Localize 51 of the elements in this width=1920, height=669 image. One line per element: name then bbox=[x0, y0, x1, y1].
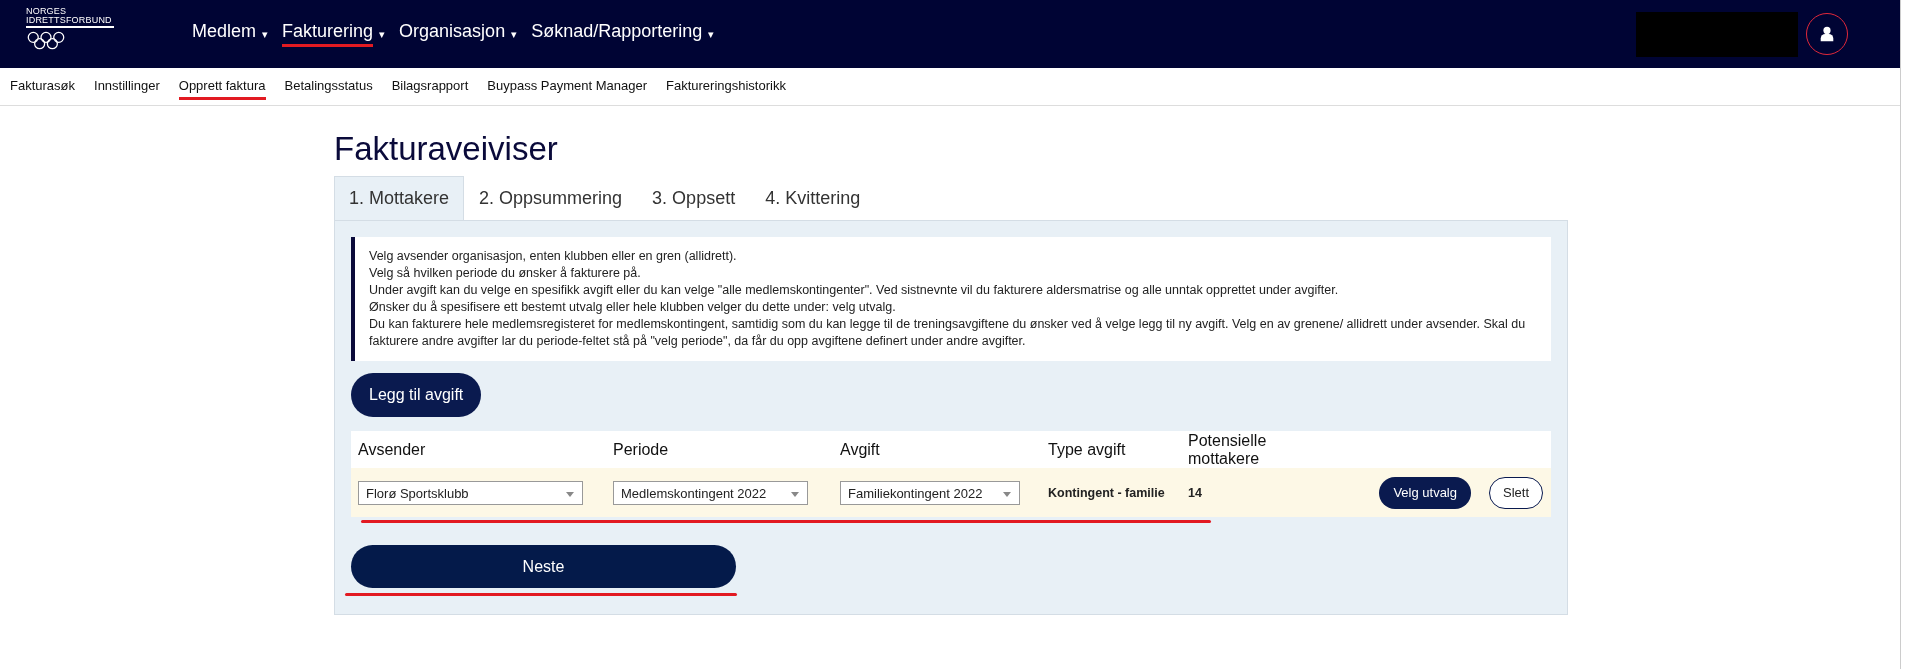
logo-text: IDRETTSFORBUND bbox=[26, 16, 114, 28]
nav-menu-item[interactable]: Søknad/Rapportering ▾ bbox=[531, 21, 715, 47]
logo[interactable]: NORGES IDRETTSFORBUND bbox=[26, 7, 166, 51]
caret-icon: ▾ bbox=[708, 27, 715, 41]
nav-menu-item[interactable]: Fakturering ▾ bbox=[282, 21, 386, 47]
info-text: Du kan fakturere hele medlemsregisteret for medlemskontingent, samtidig som du kan legge til de treningsavgiftene du ønsker ved å velge legg til ny avgift. Velg en av grenene/ allidrett under avsender. Skal du fakturere andre avgifter lar du periode-feltet stå på "velg periode", da får du opp avgiftene definert under andre avgifter. bbox=[369, 316, 1527, 350]
fee-dropdown[interactable]: Familiekontingent 2022 bbox=[840, 480, 1020, 505]
column-header: Avgift bbox=[840, 440, 881, 459]
period-dropdown[interactable]: Medlemskontingent 2022 bbox=[613, 480, 808, 505]
caret-icon: ▾ bbox=[262, 27, 269, 41]
subnav-link[interactable]: Fakturasøk bbox=[10, 73, 75, 100]
next-button[interactable]: Neste bbox=[351, 545, 736, 588]
info-text: Velg avsender organisasjon, enten klubben eller en gren (allidrett). bbox=[369, 248, 738, 265]
info-text: Under avgift kan du velge en spesifikk avgift eller du kan velge "alle medlemskontingenter". Ved sistnevnte vil du fakturere aldersmatrise og alle unntak opprettet under avgifter. bbox=[369, 282, 1340, 299]
caret-icon: ▾ bbox=[379, 27, 386, 41]
caret-icon bbox=[791, 491, 799, 497]
rings-icon bbox=[26, 31, 66, 51]
subnav-link[interactable]: Innstillinger bbox=[94, 73, 160, 100]
nav-label: Fakturering bbox=[282, 21, 374, 47]
table-cell-text: 14 bbox=[1188, 485, 1203, 500]
add-fee-button[interactable]: Legg til avgift bbox=[351, 373, 482, 417]
subnav-link[interactable]: Buypass Payment Manager bbox=[487, 73, 647, 100]
nav-menu-item[interactable]: Medlem ▾ bbox=[192, 21, 269, 47]
page-title: Fakturaveiviser bbox=[334, 130, 559, 168]
nav-label: Organisasjon bbox=[399, 21, 506, 43]
column-header: Type avgift bbox=[1048, 440, 1127, 459]
delete-button[interactable]: Slett bbox=[1489, 476, 1543, 509]
column-header: Periode bbox=[613, 440, 670, 459]
subnav-link[interactable]: Betalingsstatus bbox=[284, 73, 373, 100]
sender-dropdown[interactable]: Florø Sportsklubb bbox=[358, 480, 583, 505]
subnav-link[interactable]: Faktureringshistorikk bbox=[666, 73, 786, 100]
wizard-tab[interactable]: 4. Kvittering bbox=[750, 176, 876, 220]
info-text: Ønsker du å spesifisere ett bestemt utvalg eller hele klubben velger du dette under: velg utvalg. bbox=[369, 299, 897, 316]
nav-label: Medlem bbox=[192, 21, 257, 43]
subnav-link[interactable]: Bilagsrapport bbox=[391, 73, 469, 100]
caret-icon bbox=[1003, 491, 1011, 497]
subnav-link[interactable]: Opprett faktura bbox=[178, 73, 266, 100]
nav-menu-item[interactable]: Organisasjon ▾ bbox=[399, 21, 518, 47]
table-cell-text: Kontingent - familie bbox=[1048, 485, 1166, 500]
logo-text: NORGES bbox=[26, 7, 68, 16]
column-header: Potensielle mottakere bbox=[1188, 431, 1268, 468]
caret-icon bbox=[566, 491, 574, 497]
wizard-tab[interactable]: 2. Oppsummering bbox=[464, 176, 638, 220]
select-members-button[interactable]: Velg utvalg bbox=[1379, 476, 1471, 509]
caret-icon: ▾ bbox=[511, 27, 518, 41]
wizard-tab[interactable]: 3. Oppsett bbox=[637, 176, 751, 220]
info-text: Velg så hvilken periode du ønsker å fakturere på. bbox=[369, 265, 642, 282]
user-icon bbox=[1818, 25, 1836, 43]
nav-label: Søknad/Rapportering bbox=[531, 21, 703, 43]
wizard-tab[interactable]: 1. Mottakere bbox=[334, 176, 465, 220]
column-header: Avsender bbox=[358, 440, 427, 459]
